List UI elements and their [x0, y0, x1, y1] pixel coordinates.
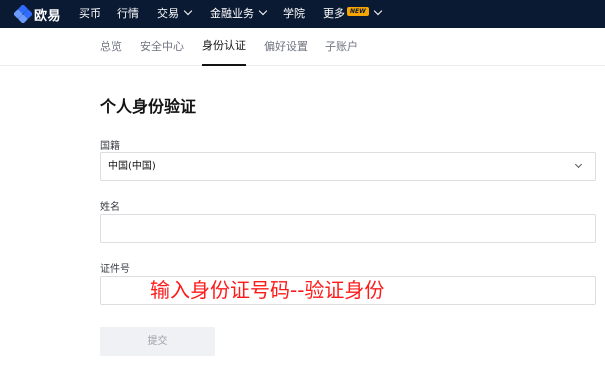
- nav-item-label: 金融业务: [210, 7, 254, 20]
- nationality-label: 国籍: [100, 141, 120, 152]
- nav-item-trade[interactable]: 交易: [157, 0, 193, 28]
- submit-button[interactable]: 提交: [100, 327, 215, 356]
- tab-preferences[interactable]: 偏好设置: [264, 28, 308, 66]
- nav-item-label: 行情: [117, 7, 139, 20]
- nav-item-label: 学院: [283, 7, 305, 20]
- new-badge: NEW: [347, 7, 369, 16]
- brand-logo[interactable]: 欧易: [14, 5, 62, 24]
- tab-security-center[interactable]: 安全中心: [140, 28, 184, 66]
- okx-logo-icon: [14, 5, 32, 23]
- nationality-selected-value: 中国(中国): [108, 161, 156, 172]
- page-title: 个人身份验证: [100, 97, 197, 116]
- chevron-down-icon: [183, 6, 193, 16]
- id-number-label: 证件号: [100, 264, 130, 275]
- nav-item-finance[interactable]: 金融业务: [210, 0, 268, 28]
- tab-overview[interactable]: 总览: [100, 28, 122, 66]
- nav-item-buy-crypto[interactable]: 买币: [79, 0, 101, 28]
- tab-sub-accounts[interactable]: 子账户: [325, 28, 358, 66]
- nationality-select[interactable]: 中国(中国): [100, 152, 596, 181]
- name-label: 姓名: [100, 202, 120, 213]
- chevron-down-icon: [373, 6, 382, 16]
- name-input[interactable]: [101, 215, 595, 242]
- nav-item-academy[interactable]: 学院: [283, 0, 305, 28]
- nav-item-label: 买币: [79, 7, 101, 20]
- tab-identity-verification[interactable]: 身份认证: [202, 28, 246, 66]
- nav-item-label: 更多: [323, 7, 345, 20]
- account-subnav: 总览 安全中心 身份认证 偏好设置 子账户: [0, 28, 605, 66]
- nav-item-more[interactable]: 更多 NEW: [323, 0, 382, 28]
- chevron-down-icon: [258, 6, 268, 16]
- annotation-text: 输入身份证号码--验证身份: [150, 278, 385, 302]
- nav-item-markets[interactable]: 行情: [117, 0, 139, 28]
- brand-name: 欧易: [34, 8, 62, 24]
- name-field-wrapper: [100, 214, 596, 243]
- top-navigation-bar: 欧易 买币 行情 交易 金融业务 学院 更多 NEW: [0, 0, 605, 28]
- chevron-down-icon: [574, 160, 583, 169]
- nav-item-label: 交易: [157, 7, 179, 20]
